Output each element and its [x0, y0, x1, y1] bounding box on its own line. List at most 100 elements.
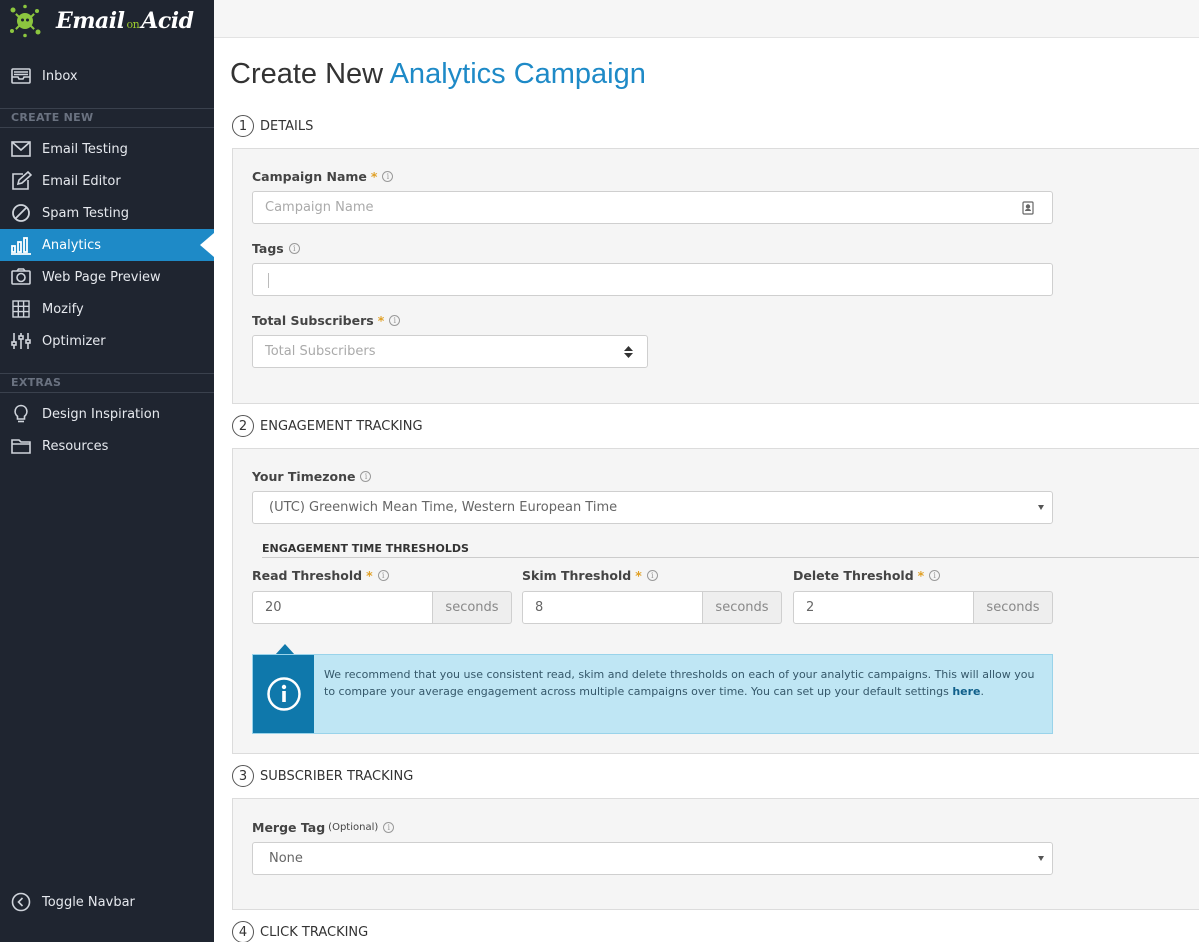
campaign-name-placeholder: Campaign Name	[265, 200, 374, 215]
info-icon[interactable]: i	[383, 822, 395, 833]
sidebar-item-label: Email Editor	[42, 173, 121, 189]
info-circle-icon	[266, 677, 301, 711]
merge-tag-value: None	[269, 851, 303, 866]
divider	[0, 392, 214, 393]
sidebar-item-email-testing[interactable]: Email Testing	[0, 133, 214, 165]
brand-name-left: Email	[56, 8, 125, 34]
callout-text: We recommend that you use consistent rea…	[324, 668, 1035, 698]
section-label-create-new: CREATE NEW	[11, 111, 94, 124]
sidebar-item-label: Mozify	[42, 301, 84, 317]
sidebar-item-inbox[interactable]: Inbox	[0, 60, 214, 92]
grid-icon	[10, 299, 32, 319]
info-icon[interactable]: i	[929, 570, 941, 581]
lightbulb-icon	[10, 404, 32, 424]
merge-tag-label: Merge Tag (Optional) i	[252, 820, 395, 835]
sidebar-item-web-page-preview[interactable]: Web Page Preview	[0, 261, 214, 293]
unit-label: seconds	[986, 600, 1040, 615]
sidebar-item-email-editor[interactable]: Email Editor	[0, 165, 214, 197]
required-mark: *	[377, 313, 385, 328]
sidebar-item-label: Optimizer	[42, 333, 106, 349]
info-icon[interactable]: i	[360, 471, 372, 482]
sidebar-item-mozify[interactable]: Mozify	[0, 293, 214, 325]
sidebar-item-label: Design Inspiration	[42, 406, 160, 422]
bar-chart-icon	[10, 235, 32, 255]
page-title-plain: Create New	[230, 58, 384, 90]
timezone-label: Your Timezone i	[252, 469, 372, 484]
campaign-name-input[interactable]: Campaign Name	[252, 191, 1053, 224]
envelope-icon	[10, 139, 32, 159]
optional-label: (Optional)	[328, 822, 379, 833]
sidebar: Email onAcid Inbox CREATE NEW Email Testi…	[0, 0, 214, 942]
step-title: DETAILS	[260, 118, 314, 134]
skim-seconds-addon: seconds	[703, 591, 782, 624]
total-subscribers-input[interactable]: Total Subscribers	[252, 335, 648, 368]
sidebar-item-label: Spam Testing	[42, 205, 129, 221]
info-icon[interactable]: i	[288, 243, 300, 254]
edit-icon	[10, 171, 32, 191]
tags-input[interactable]	[252, 263, 1053, 296]
settings-link[interactable]: here	[952, 685, 980, 698]
inbox-icon	[10, 66, 32, 86]
delete-threshold-label: Delete Threshold * i	[793, 568, 941, 583]
sidebar-item-optimizer[interactable]: Optimizer	[0, 325, 214, 357]
field-label: Merge Tag	[252, 820, 326, 835]
unit-label: seconds	[715, 600, 769, 615]
step-title: CLICK TRACKING	[260, 924, 369, 940]
brand-name-right: Acid	[141, 8, 194, 34]
delete-seconds-addon: seconds	[974, 591, 1053, 624]
timezone-value: (UTC) Greenwich Mean Time, Western Europ…	[269, 500, 618, 515]
step-title: ENGAGEMENT TRACKING	[260, 418, 423, 434]
step-number: 4	[232, 921, 254, 942]
merge-tag-select[interactable]: None	[252, 842, 1053, 875]
field-label: Your Timezone	[252, 469, 356, 484]
read-seconds-addon: seconds	[433, 591, 512, 624]
read-threshold-input[interactable]: 20	[252, 591, 433, 624]
sidebar-item-label: Analytics	[42, 237, 102, 253]
page-title-accent: Analytics Campaign	[389, 58, 646, 90]
sliders-icon	[10, 331, 32, 351]
threshold-info-callout: We recommend that you use consistent rea…	[252, 654, 1053, 734]
chevron-left-circle-icon	[10, 892, 32, 912]
tags-label: Tags i	[252, 241, 300, 256]
field-label: Read Threshold	[252, 568, 363, 583]
timezone-select[interactable]: (UTC) Greenwich Mean Time, Western Europ…	[252, 491, 1053, 524]
sidebar-item-analytics[interactable]: Analytics	[0, 229, 214, 261]
step-heading-click: 4 CLICK TRACKING	[232, 920, 368, 942]
sidebar-item-resources[interactable]: Resources	[0, 430, 214, 462]
folder-icon	[10, 436, 32, 456]
splat-logo-icon	[10, 4, 41, 38]
sidebar-item-label: Resources	[42, 438, 109, 454]
ban-icon	[10, 203, 32, 223]
sidebar-item-label: Inbox	[42, 68, 78, 84]
brand-name-mid: on	[126, 18, 140, 31]
skim-threshold-label: Skim Threshold * i	[522, 568, 658, 583]
toggle-navbar-button[interactable]: Toggle Navbar	[0, 886, 214, 918]
delete-threshold-input[interactable]: 2	[793, 591, 974, 624]
sidebar-item-design-inspiration[interactable]: Design Inspiration	[0, 398, 214, 430]
page-title: Create New Analytics Campaign	[230, 58, 646, 91]
caret-down-icon	[1038, 505, 1044, 510]
step-heading-subscriber: 3 SUBSCRIBER TRACKING	[232, 764, 413, 788]
field-label: Campaign Name	[252, 169, 367, 184]
brand-wordmark: Email onAcid	[56, 8, 194, 34]
info-icon[interactable]: i	[377, 570, 389, 581]
info-icon[interactable]: i	[389, 315, 401, 326]
info-icon[interactable]: i	[646, 570, 658, 581]
total-subscribers-label: Total Subscribers * i	[252, 313, 401, 328]
delete-threshold-value: 2	[806, 600, 815, 615]
read-threshold-value: 20	[265, 600, 282, 615]
logo[interactable]: Email onAcid	[0, 0, 214, 44]
info-icon[interactable]: i	[382, 171, 394, 182]
section-label-extras: EXTRAS	[11, 376, 62, 389]
number-spinner-icon[interactable]	[624, 346, 633, 358]
sidebar-item-spam-testing[interactable]: Spam Testing	[0, 197, 214, 229]
step-number: 3	[232, 765, 254, 787]
camera-icon	[10, 267, 32, 287]
skim-threshold-input[interactable]: 8	[522, 591, 703, 624]
toggle-navbar-label: Toggle Navbar	[42, 894, 135, 910]
required-mark: *	[635, 568, 642, 583]
step-number: 1	[232, 115, 254, 137]
field-label: Delete Threshold	[793, 568, 914, 583]
skim-threshold-value: 8	[535, 600, 544, 615]
required-mark: *	[366, 568, 373, 583]
